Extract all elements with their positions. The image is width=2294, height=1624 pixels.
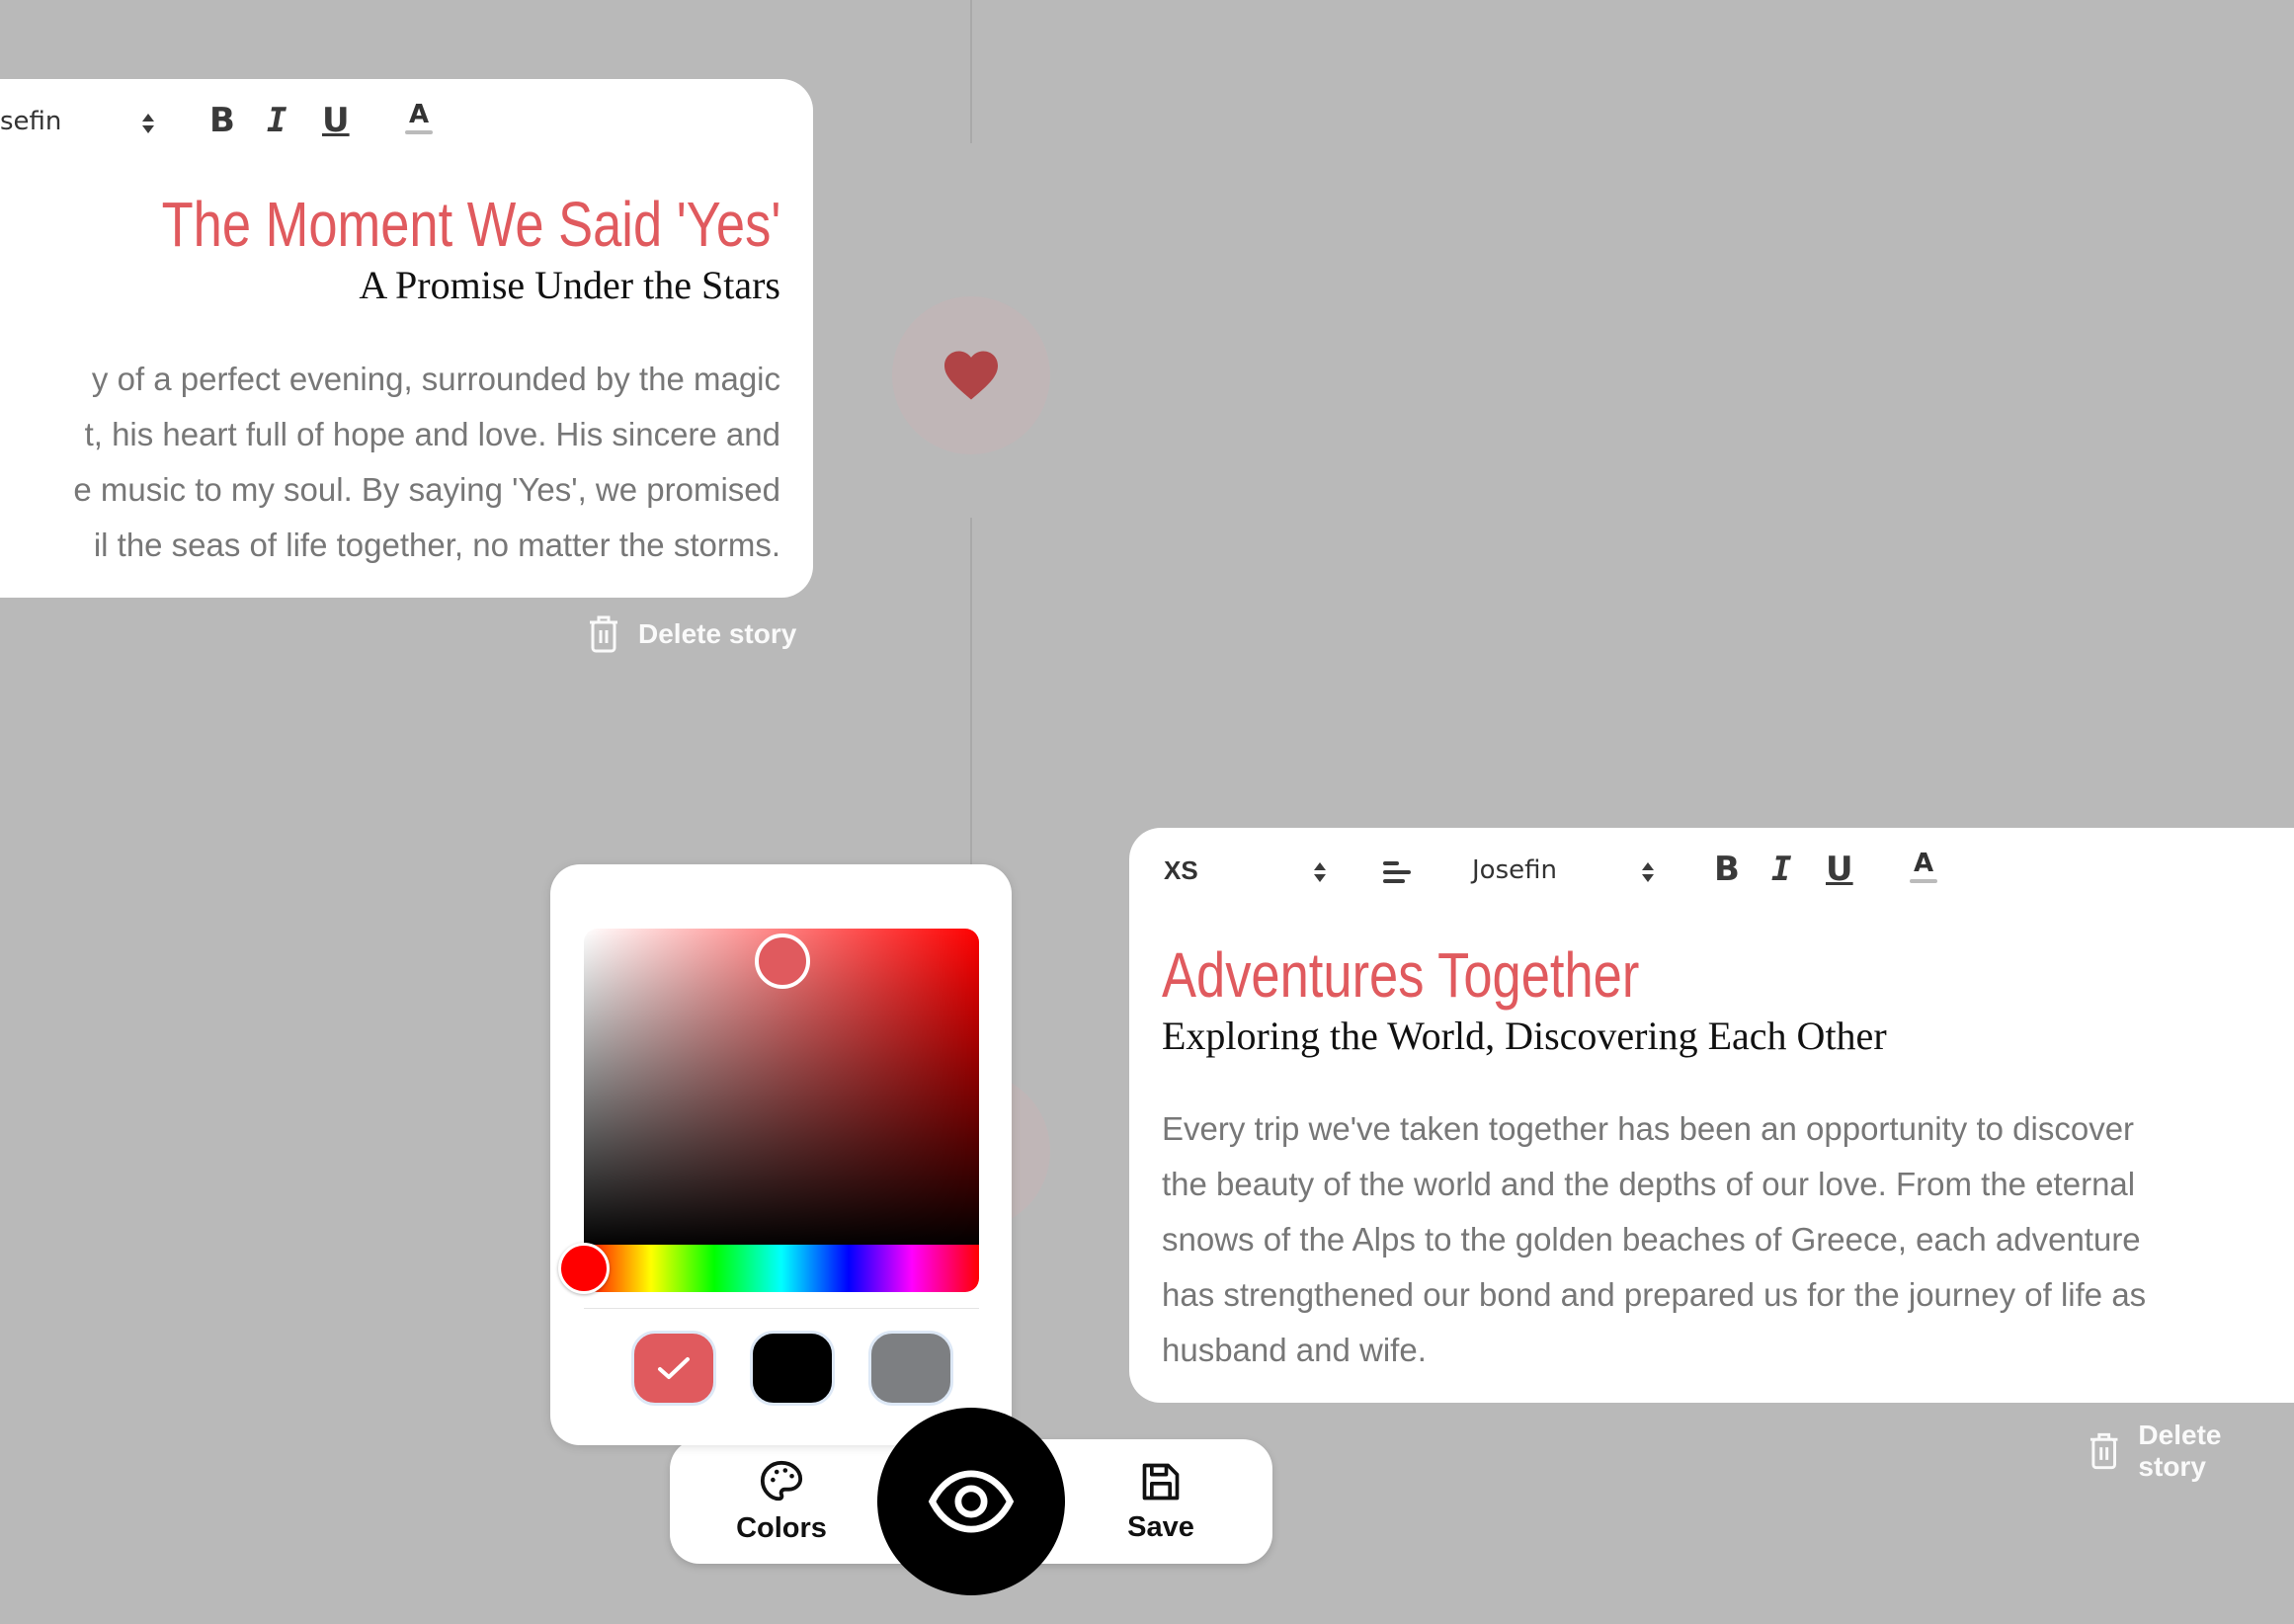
italic-button[interactable]: I bbox=[1771, 850, 1791, 889]
divider bbox=[584, 1308, 979, 1309]
preview-button[interactable] bbox=[877, 1408, 1065, 1595]
check-icon bbox=[658, 1357, 690, 1379]
story-card: sefin B I U A The Moment We Said 'Yes' A… bbox=[0, 79, 813, 598]
bold-button[interactable]: B bbox=[209, 101, 235, 140]
body-line: Every trip we've taken together has been… bbox=[1162, 1110, 2135, 1147]
timeline-marker bbox=[892, 296, 1050, 454]
underline-button[interactable]: U bbox=[1826, 850, 1853, 889]
color-swatch-gray[interactable] bbox=[868, 1331, 953, 1406]
delete-story-label: Delete story bbox=[638, 618, 797, 649]
story-subtitle[interactable]: Exploring the World, Discovering Each Ot… bbox=[1162, 1013, 1887, 1059]
story-title[interactable]: Adventures Together bbox=[1162, 943, 1757, 1007]
body-line: husband and wife. bbox=[1162, 1332, 1427, 1368]
body-line: il the seas of life together, no matter … bbox=[93, 527, 780, 563]
font-family-select[interactable]: sefin bbox=[0, 107, 61, 136]
trash-icon bbox=[2089, 1432, 2118, 1470]
align-left-icon[interactable] bbox=[1382, 857, 1412, 887]
font-family-chevron-icon[interactable] bbox=[1638, 857, 1658, 887]
story-title[interactable]: The Moment We Said 'Yes' bbox=[161, 193, 780, 256]
saturation-value-handle[interactable] bbox=[755, 934, 810, 989]
body-line: y of a perfect evening, surrounded by th… bbox=[91, 361, 780, 397]
body-line: has strengthened our bond and prepared u… bbox=[1162, 1276, 2147, 1313]
font-family-chevron-icon[interactable] bbox=[138, 109, 158, 138]
text-color-letter: A bbox=[408, 100, 430, 129]
underline-button[interactable]: U bbox=[322, 101, 350, 140]
colors-label: Colors bbox=[736, 1511, 827, 1544]
text-color-indicator bbox=[1910, 879, 1937, 883]
delete-story-button[interactable]: Delete story bbox=[587, 614, 796, 654]
body-line: e music to my soul. By saying 'Yes', we … bbox=[73, 471, 780, 508]
story-card: XS Josefin B I U A Adventures Together E… bbox=[1129, 828, 2294, 1403]
save-label: Save bbox=[1127, 1510, 1194, 1543]
font-size-select[interactable]: XS bbox=[1164, 855, 1198, 886]
color-swatch-black[interactable] bbox=[750, 1331, 835, 1406]
timeline-line bbox=[970, 518, 972, 873]
trash-icon bbox=[590, 615, 617, 653]
color-swatch-red[interactable] bbox=[631, 1331, 716, 1406]
delete-story-label: Delete story bbox=[2138, 1420, 2222, 1482]
hue-slider-handle[interactable] bbox=[558, 1243, 610, 1294]
font-size-chevron-icon[interactable] bbox=[1310, 857, 1330, 887]
colors-button[interactable]: Colors bbox=[693, 1439, 870, 1564]
story-subtitle[interactable]: A Promise Under the Stars bbox=[26, 262, 780, 308]
font-family-select[interactable]: Josefin bbox=[1472, 855, 1557, 885]
save-button[interactable]: Save bbox=[1072, 1439, 1250, 1564]
story-body[interactable]: y of a perfect evening, surrounded by th… bbox=[73, 352, 780, 573]
body-line: t, his heart full of hope and love. His … bbox=[84, 416, 780, 452]
color-picker-popover bbox=[550, 864, 1012, 1445]
eye-icon bbox=[928, 1470, 1015, 1533]
text-color-button[interactable]: A bbox=[1910, 850, 1937, 883]
body-line: snows of the Alps to the golden beaches … bbox=[1162, 1221, 2141, 1258]
bold-button[interactable]: B bbox=[1714, 850, 1740, 889]
text-color-indicator bbox=[405, 130, 433, 134]
delete-story-button[interactable]: Delete story bbox=[2088, 1420, 2294, 1483]
timeline-line bbox=[970, 0, 972, 143]
story-body[interactable]: Every trip we've taken together has been… bbox=[1162, 1101, 2146, 1378]
italic-button[interactable]: I bbox=[267, 101, 287, 140]
heart-icon bbox=[944, 351, 998, 400]
text-color-button[interactable]: A bbox=[405, 101, 433, 134]
palette-icon bbox=[760, 1460, 803, 1501]
hue-slider[interactable] bbox=[584, 1245, 979, 1292]
floppy-disk-icon bbox=[1142, 1463, 1180, 1500]
body-line: the beauty of the world and the depths o… bbox=[1162, 1166, 2136, 1202]
text-color-letter: A bbox=[1913, 849, 1934, 878]
